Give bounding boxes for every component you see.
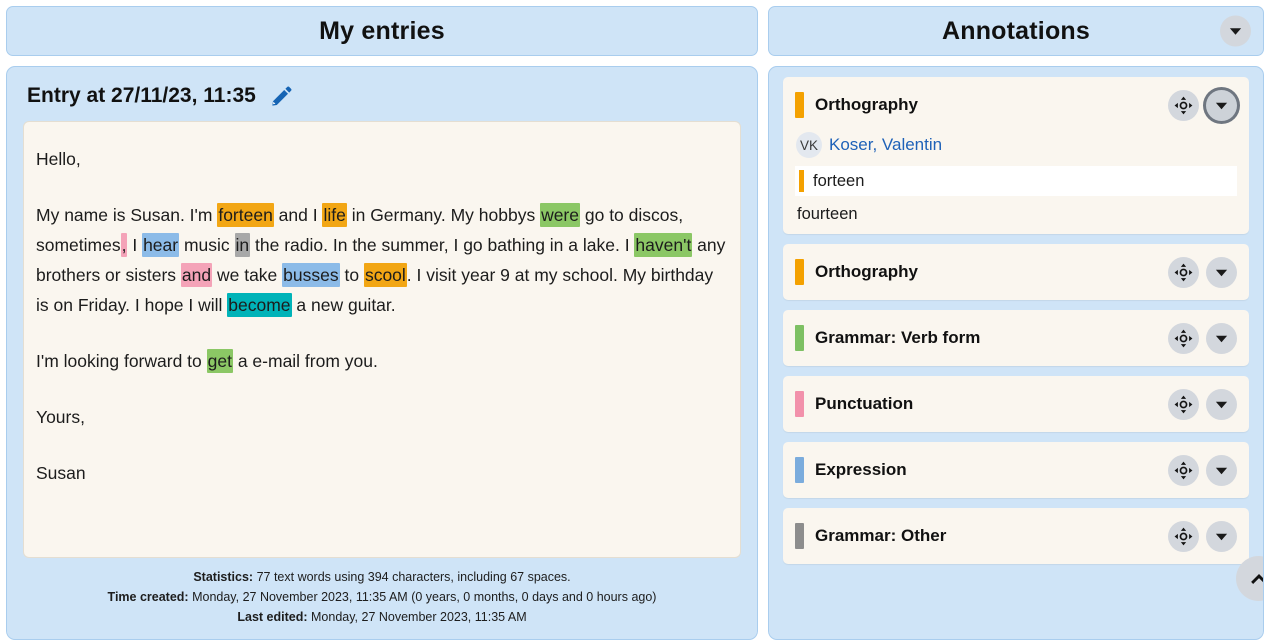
entry-text-run: and I bbox=[273, 205, 323, 225]
annotation-category-label: Grammar: Verb form bbox=[815, 328, 981, 347]
annotation-author-name[interactable]: Koser, Valentin bbox=[829, 135, 942, 155]
highlight-gray[interactable]: in bbox=[234, 233, 251, 257]
category-color-bar bbox=[795, 325, 804, 351]
move-target-icon[interactable] bbox=[1168, 520, 1199, 552]
time-created-line: Time created: Monday, 27 November 2023, … bbox=[27, 587, 737, 607]
pencil-icon[interactable] bbox=[268, 83, 294, 109]
entry-text-area[interactable]: Hello, My name is Susan. I'm forteen and … bbox=[23, 121, 741, 558]
annotation-card-header: Punctuation bbox=[795, 386, 1237, 422]
entry-title: Entry at 27/11/23, 11:35 bbox=[27, 84, 256, 107]
highlight-orange[interactable]: life bbox=[322, 203, 347, 227]
annotations-column: Annotations Orthography VK Koser, Valentin… bbox=[768, 6, 1264, 640]
highlight-blue[interactable]: hear bbox=[142, 233, 180, 257]
my-entries-title: My entries bbox=[319, 16, 445, 45]
category-color-bar bbox=[795, 391, 804, 417]
chevron-down-icon[interactable] bbox=[1206, 322, 1237, 354]
move-target-icon[interactable] bbox=[1168, 388, 1199, 420]
entry-paragraph: Hello, bbox=[36, 144, 728, 174]
annotations-list[interactable]: Orthography VK Koser, Valentin forteen fourt… bbox=[768, 66, 1264, 640]
entry-text-run: Hello, bbox=[36, 149, 81, 169]
category-color-bar bbox=[795, 259, 804, 285]
entry-text-run: a e-mail from you. bbox=[232, 351, 378, 371]
annotation-card[interactable]: Orthography bbox=[783, 244, 1249, 300]
statistics-label: Statistics: bbox=[193, 570, 254, 584]
my-entries-header: My entries bbox=[6, 6, 758, 56]
annotation-cards-host: Orthography VK Koser, Valentin forteen fourt… bbox=[783, 77, 1249, 564]
time-created-label: Time created: bbox=[107, 590, 189, 604]
move-target-icon[interactable] bbox=[1168, 89, 1199, 121]
chevron-down-icon[interactable] bbox=[1206, 256, 1237, 288]
entry-paragraph: My name is Susan. I'm forteen and I life… bbox=[36, 200, 728, 320]
category-color-bar bbox=[795, 523, 804, 549]
annotation-card[interactable]: Grammar: Verb form bbox=[783, 310, 1249, 366]
entry-text-run: we take bbox=[212, 265, 283, 285]
app-root: My entries Entry at 27/11/23, 11:35 Hell… bbox=[0, 0, 1266, 640]
entries-column: My entries Entry at 27/11/23, 11:35 Hell… bbox=[6, 6, 758, 640]
entry-paragraph: Susan bbox=[36, 458, 728, 488]
avatar: VK bbox=[796, 132, 822, 158]
annotation-card-header: Orthography bbox=[795, 254, 1237, 290]
highlight-teal[interactable]: become bbox=[227, 293, 292, 317]
annotations-header-chevron-down-icon[interactable] bbox=[1220, 15, 1251, 47]
entry-paragraph: I'm looking forward to get a e-mail from… bbox=[36, 346, 728, 376]
chevron-down-icon[interactable] bbox=[1206, 520, 1237, 552]
quoted-text-field[interactable]: forteen bbox=[795, 166, 1237, 196]
annotation-category-label: Orthography bbox=[815, 95, 918, 114]
annotation-category-label: Grammar: Other bbox=[815, 526, 947, 545]
entry-text-run: My name is Susan. I'm bbox=[36, 205, 218, 225]
move-target-icon[interactable] bbox=[1168, 454, 1199, 486]
quoted-text-color-bar bbox=[799, 170, 804, 192]
highlight-orange[interactable]: forteen bbox=[217, 203, 274, 227]
time-created-value: Monday, 27 November 2023, 11:35 AM (0 ye… bbox=[192, 590, 657, 604]
quoted-text-value: forteen bbox=[813, 171, 865, 190]
last-edited-line: Last edited: Monday, 27 November 2023, 1… bbox=[27, 607, 737, 627]
annotation-card-header: Expression bbox=[795, 452, 1237, 488]
entry-text-run: I'm looking forward to bbox=[36, 351, 207, 371]
entry-statistics: Statistics: 77 text words using 394 char… bbox=[23, 558, 741, 633]
entry-text-content: Hello, My name is Susan. I'm forteen and … bbox=[36, 144, 728, 488]
entry-panel: Entry at 27/11/23, 11:35 Hello, My name i… bbox=[6, 66, 758, 640]
highlight-green[interactable]: get bbox=[206, 349, 233, 373]
entry-text-run: I bbox=[127, 235, 143, 255]
correction-text: fourteen bbox=[797, 205, 858, 223]
annotation-card[interactable]: Expression bbox=[783, 442, 1249, 498]
highlight-green[interactable]: were bbox=[540, 203, 580, 227]
annotation-card[interactable]: Grammar: Other bbox=[783, 508, 1249, 564]
entry-text-run: a new guitar. bbox=[291, 295, 396, 315]
annotation-author-row: VK Koser, Valentin bbox=[796, 132, 1237, 158]
annotation-card-header: Grammar: Other bbox=[795, 518, 1237, 554]
annotations-header: Annotations bbox=[768, 6, 1264, 56]
annotation-category-label: Punctuation bbox=[815, 394, 914, 413]
last-edited-value: Monday, 27 November 2023, 11:35 AM bbox=[311, 610, 527, 624]
category-color-bar bbox=[795, 457, 804, 483]
entry-text-run: Susan bbox=[36, 463, 86, 483]
annotation-card-header: Orthography bbox=[795, 87, 1237, 123]
chevron-down-icon[interactable] bbox=[1206, 89, 1237, 121]
chevron-down-icon[interactable] bbox=[1206, 388, 1237, 420]
move-target-icon[interactable] bbox=[1168, 256, 1199, 288]
highlight-green[interactable]: haven't bbox=[634, 233, 693, 257]
entry-text-run: Yours, bbox=[36, 407, 85, 427]
annotation-category-label: Expression bbox=[815, 460, 907, 479]
entry-paragraph: Yours, bbox=[36, 402, 728, 432]
entry-text-run: music bbox=[179, 235, 235, 255]
annotation-card[interactable]: Punctuation bbox=[783, 376, 1249, 432]
highlight-blue[interactable]: busses bbox=[282, 263, 340, 287]
annotation-category-label: Orthography bbox=[815, 262, 918, 281]
annotations-title: Annotations bbox=[941, 16, 1090, 45]
statistics-value: 77 text words using 394 characters, incl… bbox=[256, 570, 571, 584]
entry-text-run: the radio. In the summer, I go bathing i… bbox=[250, 235, 635, 255]
move-target-icon[interactable] bbox=[1168, 322, 1199, 354]
annotation-card-header: Grammar: Verb form bbox=[795, 320, 1237, 356]
chevron-down-icon[interactable] bbox=[1206, 454, 1237, 486]
last-edited-label: Last edited: bbox=[237, 610, 308, 624]
category-color-bar bbox=[795, 92, 804, 118]
annotation-card[interactable]: Orthography VK Koser, Valentin forteen fourt… bbox=[783, 77, 1249, 234]
highlight-orange[interactable]: scool bbox=[363, 263, 407, 287]
statistics-line: Statistics: 77 text words using 394 char… bbox=[27, 567, 737, 587]
entry-text-run: to bbox=[339, 265, 364, 285]
highlight-pink[interactable]: and bbox=[180, 263, 213, 287]
entry-text-run: in Germany. My hobbys bbox=[346, 205, 541, 225]
entry-title-row: Entry at 27/11/23, 11:35 bbox=[27, 83, 741, 109]
